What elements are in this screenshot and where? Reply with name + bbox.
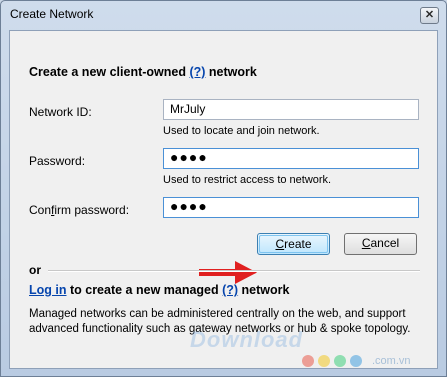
divider (48, 270, 420, 272)
password-value: ●●●● (170, 149, 208, 165)
confirm-password-input[interactable]: ●●●● (163, 197, 419, 218)
cancel-button[interactable]: Cancel (344, 233, 417, 255)
password-hint: Used to restrict access to network. (163, 174, 332, 186)
password-label: Password: (29, 154, 86, 168)
login-link[interactable]: Log in (29, 283, 67, 297)
close-button[interactable]: ✕ (420, 7, 439, 24)
network-id-input[interactable]: MrJuly (163, 99, 419, 120)
create-button[interactable]: Create (257, 233, 330, 255)
window-title: Create Network (10, 7, 94, 21)
section-heading-client-owned: Create a new client-owned (?) network (29, 65, 257, 79)
help-link-managed[interactable]: (?) (222, 283, 238, 297)
confirm-password-value: ●●●● (170, 198, 208, 214)
heading-text: Create a new client-owned (29, 65, 190, 79)
red-arrow-icon (199, 261, 257, 284)
section-heading-managed: Log in to create a new managed (?) netwo… (29, 283, 290, 297)
network-id-label: Network ID: (29, 105, 92, 119)
watermark-dots (302, 355, 366, 370)
or-label: or (29, 263, 41, 277)
heading-text-suffix: network (205, 65, 257, 79)
network-id-hint: Used to locate and join network. (163, 125, 320, 137)
close-icon: ✕ (424, 9, 435, 21)
dialog-window: Create Network ✕ Create a new client-own… (0, 0, 447, 377)
watermark-suffix: .com.vn (372, 355, 411, 367)
title-bar[interactable]: Create Network ✕ (1, 1, 446, 29)
confirm-password-label: Confirm password: (29, 203, 130, 217)
dialog-body: Create a new client-owned (?) network Ne… (9, 30, 438, 369)
help-link-client-owned[interactable]: (?) (189, 65, 205, 79)
password-input[interactable]: ●●●● (163, 148, 419, 169)
network-id-value: MrJuly (170, 102, 206, 116)
watermark-logo: Download (190, 327, 304, 352)
